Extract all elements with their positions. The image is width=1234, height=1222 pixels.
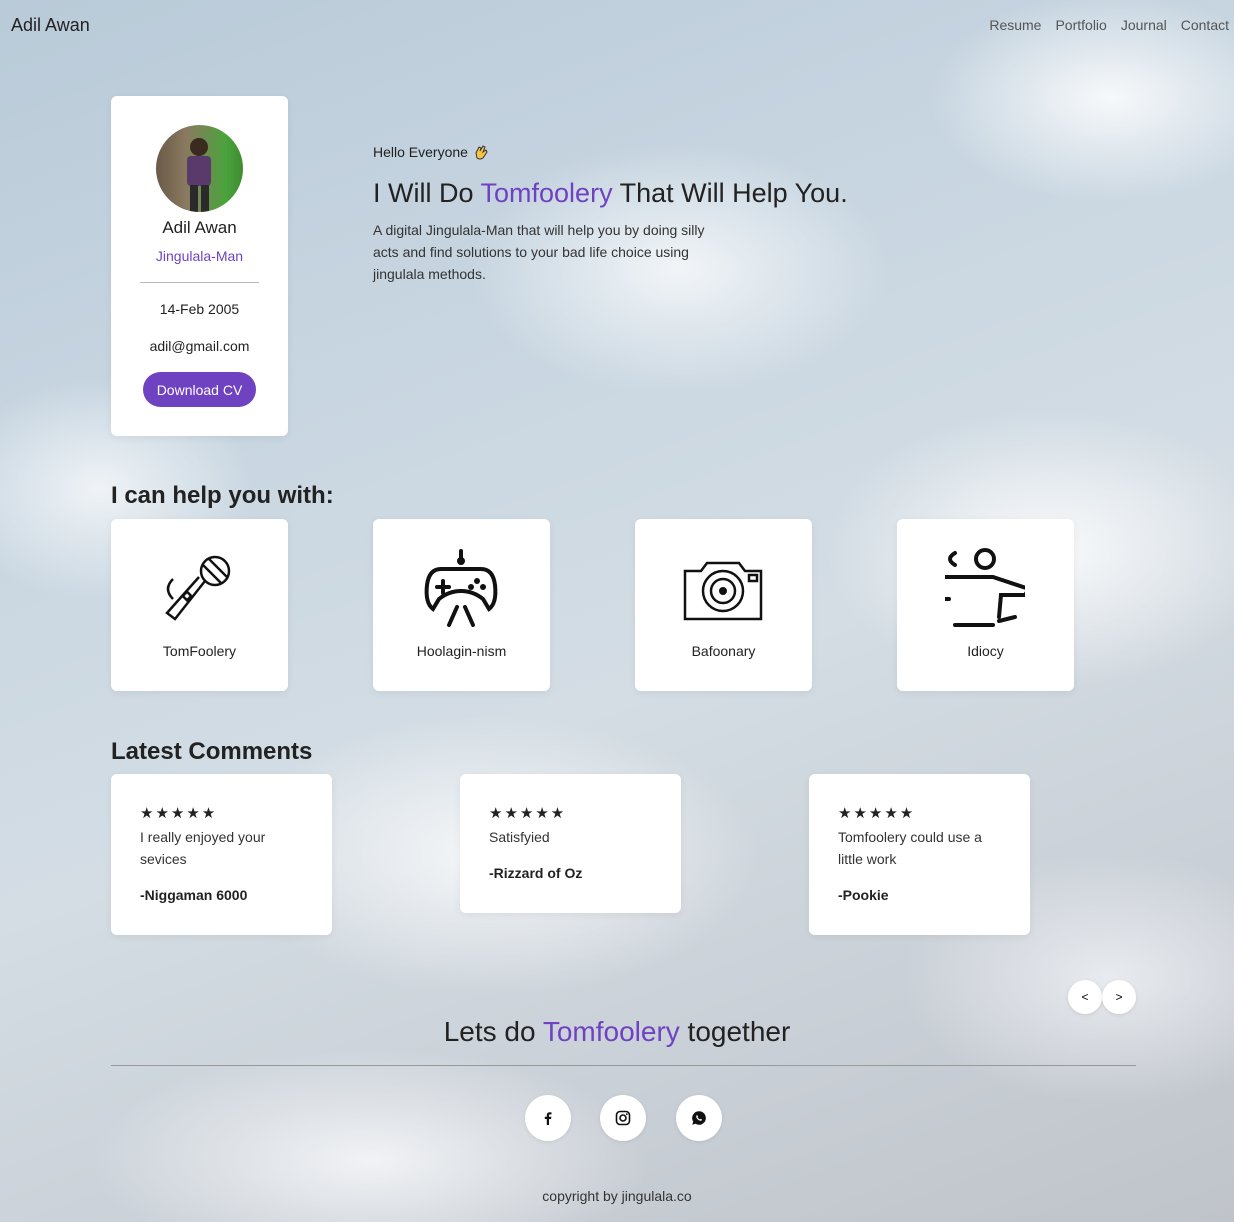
carousel-prev-button[interactable]: < (1068, 980, 1102, 1014)
rating-stars: ★★★★★ (489, 804, 567, 822)
comment-text: Satisfyied (489, 829, 550, 845)
service-card-idiocy[interactable]: Idiocy (897, 519, 1074, 691)
profile-divider (140, 282, 259, 283)
cta-pre: Lets do (443, 1016, 543, 1047)
comment-card: ★★★★★ Tomfoolery could use a little work… (809, 774, 1030, 935)
nav-link-resume[interactable]: Resume (989, 17, 1041, 33)
comment-card: ★★★★★ I really enjoyed your sevices -Nig… (111, 774, 332, 935)
service-card-hoolagin-nism[interactable]: Hoolagin-nism (373, 519, 550, 691)
whatsapp-icon (692, 1111, 706, 1125)
nav-link-contact[interactable]: Contact (1181, 17, 1229, 33)
avatar-photo (187, 138, 211, 212)
greeting-text: Hello Everyone (373, 144, 468, 160)
profile-card: Adil Awan Jingulala-Man 14-Feb 2005 adil… (111, 96, 288, 436)
cta-post: together (679, 1016, 791, 1047)
hero-headline: I Will Do Tomfoolery That Will Help You. (373, 178, 848, 209)
service-label: TomFoolery (162, 643, 237, 659)
facebook-icon (544, 1112, 552, 1125)
rating-stars: ★★★★★ (140, 804, 218, 822)
avatar (156, 125, 243, 212)
footer-cta: Lets do Tomfoolery together (0, 1016, 1234, 1048)
waving-hand-icon (475, 145, 488, 160)
top-navbar: Adil Awan Resume Portfolio Journal Conta… (0, 0, 1234, 54)
comment-card: ★★★★★ Satisfyied -Rizzard of Oz (460, 774, 681, 913)
rating-stars: ★★★★★ (838, 804, 916, 822)
comment-author: -Niggaman 6000 (140, 887, 248, 903)
microphone-icon (165, 555, 231, 621)
headline-post: That Will Help You. (612, 178, 848, 208)
comment-author: -Rizzard of Oz (489, 865, 583, 881)
brand-name[interactable]: Adil Awan (11, 15, 90, 36)
service-card-tomfoolery[interactable]: TomFoolery (111, 519, 288, 691)
comment-author: -Pookie (838, 887, 889, 903)
camera-icon (683, 561, 763, 621)
service-label: Hoolagin-nism (416, 643, 507, 659)
instagram-icon (615, 1110, 631, 1126)
nav-link-journal[interactable]: Journal (1121, 17, 1167, 33)
service-label: Bafoonary (691, 643, 756, 659)
whatsapp-button[interactable] (676, 1095, 722, 1141)
nav-links: Resume Portfolio Journal Contact (989, 17, 1229, 33)
comment-text: I really enjoyed your sevices (140, 829, 266, 867)
coffee-cup-icon (945, 548, 1025, 627)
facebook-button[interactable] (525, 1095, 571, 1141)
greeting: Hello Everyone (373, 143, 490, 161)
headline-accent: Tomfoolery (480, 178, 613, 208)
instagram-button[interactable] (600, 1095, 646, 1141)
service-label: Idiocy (967, 643, 1004, 659)
service-card-bafoonary[interactable]: Bafoonary (635, 519, 812, 691)
profile-dob: 14-Feb 2005 (159, 301, 240, 317)
profile-name: Adil Awan (162, 218, 237, 237)
comments-title: Latest Comments (111, 738, 313, 765)
nav-link-portfolio[interactable]: Portfolio (1055, 17, 1106, 33)
gamepad-icon (424, 549, 498, 627)
download-cv-button[interactable]: Download CV (143, 372, 256, 407)
footer-divider (111, 1065, 1136, 1066)
copyright-text: copyright by jingulala.co (542, 1188, 692, 1204)
profile-email: adil@gmail.com (149, 338, 250, 354)
headline-pre: I Will Do (373, 178, 481, 208)
services-title: I can help you with: (111, 482, 334, 509)
carousel-next-button[interactable]: > (1102, 980, 1136, 1014)
profile-role: Jingulala-Man (155, 248, 244, 264)
comment-text: Tomfoolery could use a little work (838, 829, 982, 867)
cta-accent: Tomfoolery (542, 1016, 680, 1047)
hero-intro: A digital Jingulala-Man that will help y… (373, 222, 705, 282)
